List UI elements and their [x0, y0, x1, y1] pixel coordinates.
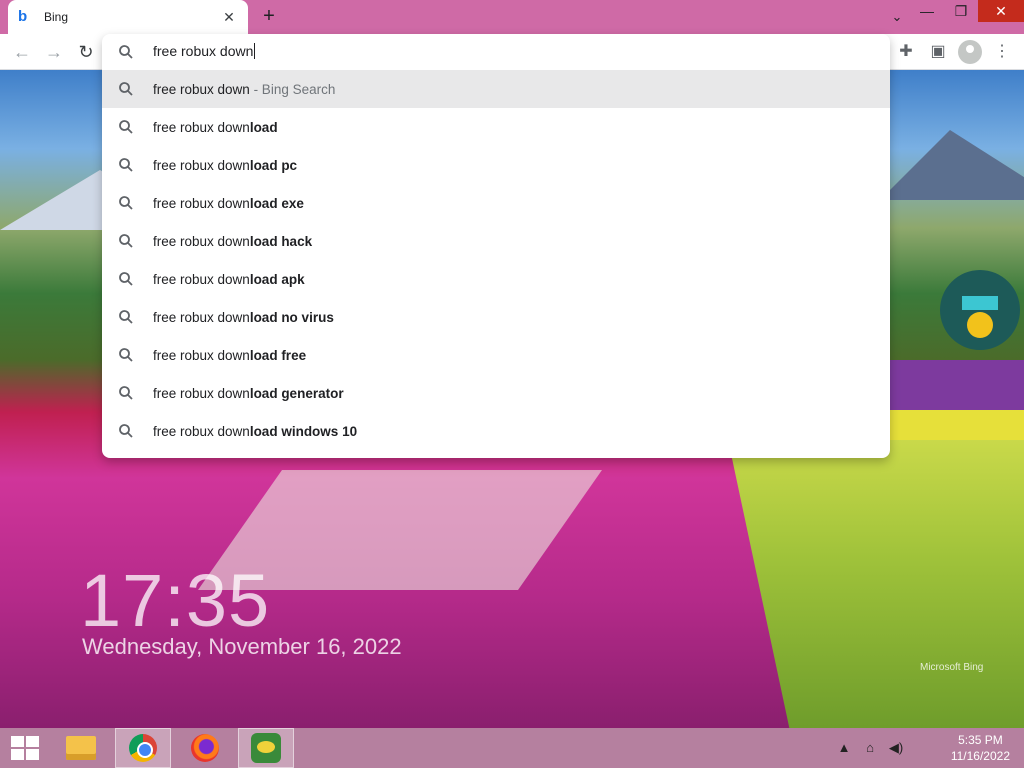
suggestion-text: free robux download generator: [153, 386, 344, 401]
bing-icon: b: [18, 8, 28, 25]
close-window-button[interactable]: ✕: [978, 0, 1024, 22]
suggestion-item[interactable]: free robux download no virus: [102, 298, 890, 336]
tab-bing[interactable]: b Bing ✕: [8, 0, 248, 34]
network-icon[interactable]: ⌂: [862, 740, 878, 756]
tray-chevron-icon[interactable]: ▲: [836, 740, 852, 756]
back-button[interactable]: ←: [10, 40, 34, 64]
search-icon: [118, 347, 134, 363]
suggestion-item[interactable]: free robux download generator: [102, 374, 890, 412]
reload-button[interactable]: ↻: [74, 40, 98, 64]
close-tab-icon[interactable]: ✕: [220, 8, 238, 26]
firefox-icon: [191, 734, 219, 762]
taskbar-file-explorer[interactable]: [56, 728, 106, 768]
tab-strip: b Bing ✕ + ⌄ — ❐ ✕: [0, 0, 1024, 34]
address-input[interactable]: free robux down: [153, 43, 256, 59]
suggestion-text: free robux download pc: [153, 158, 298, 173]
search-icon: [118, 385, 134, 401]
suggestion-text: free robux download: [153, 120, 278, 135]
suggestion-item[interactable]: free robux download exe: [102, 184, 890, 222]
chrome-icon: [129, 734, 157, 762]
volume-icon[interactable]: ◀): [888, 740, 904, 756]
suggestion-item[interactable]: free robux down - Bing Search: [102, 70, 890, 108]
suggestion-item[interactable]: free robux download free: [102, 336, 890, 374]
suggestion-text: free robux download apk: [153, 272, 305, 287]
folder-icon: [66, 736, 96, 760]
search-icon: [118, 309, 134, 325]
taskbar-time: 5:35 PM: [958, 733, 1003, 747]
taskbar-firefox[interactable]: [180, 728, 230, 768]
omnibox-dropdown: free robux down free robux down - Bing S…: [102, 34, 890, 458]
taskbar: ▲ ⌂ ◀) 5:35 PM 11/16/2022: [0, 728, 1024, 768]
suggestion-item[interactable]: free robux download pc: [102, 146, 890, 184]
profile-avatar[interactable]: [958, 40, 982, 64]
suggestion-item[interactable]: free robux download: [102, 108, 890, 146]
forward-button[interactable]: →: [42, 40, 66, 64]
microsoft-bing-logo: Microsoft Bing: [920, 662, 984, 673]
mountain-right: [880, 130, 1024, 200]
address-bar[interactable]: free robux down: [102, 34, 890, 70]
suggestion-text: free robux download hack: [153, 234, 313, 249]
rewards-medal-icon[interactable]: [940, 270, 1020, 350]
flower-field-green: [728, 440, 1024, 728]
menu-icon[interactable]: ⋮: [990, 40, 1014, 64]
taskbar-app[interactable]: [238, 728, 294, 768]
tab-title: Bing: [44, 10, 69, 24]
medal-coin: [967, 312, 993, 338]
medal-ribbon: [962, 296, 998, 310]
suggestion-item[interactable]: free robux download apk: [102, 260, 890, 298]
search-icon: [118, 157, 134, 173]
taskbar-chrome[interactable]: [115, 728, 171, 768]
suggestion-text: free robux download windows 10: [153, 424, 358, 439]
suggestion-text: free robux download no virus: [153, 310, 334, 325]
restore-button[interactable]: ❐: [944, 0, 978, 22]
search-icon: [118, 44, 134, 60]
minimize-button[interactable]: —: [910, 0, 944, 22]
side-panel-icon[interactable]: ▣: [926, 40, 950, 64]
suggestion-item[interactable]: free robux download windows 10: [102, 412, 890, 450]
taskbar-date: 11/16/2022: [950, 749, 1010, 763]
search-icon: [118, 81, 134, 97]
system-tray: ▲ ⌂ ◀): [836, 740, 904, 756]
search-icon: [118, 119, 134, 135]
date-display: Wednesday, November 16, 2022: [82, 634, 402, 659]
taskbar-clock[interactable]: 5:35 PM 11/16/2022: [951, 732, 1010, 764]
start-button[interactable]: [0, 728, 50, 768]
clock-display: 17:35: [80, 559, 271, 642]
search-icon: [118, 233, 134, 249]
extensions-icon[interactable]: ✚: [894, 40, 918, 64]
suggestion-text: free robux download exe: [153, 196, 304, 211]
search-icon: [118, 423, 134, 439]
suggestion-text: free robux down - Bing Search: [153, 82, 336, 97]
suggestion-item[interactable]: free robux download hack: [102, 222, 890, 260]
search-icon: [118, 271, 134, 287]
windows-icon: [11, 736, 39, 760]
app-icon: [251, 733, 281, 763]
search-icon: [118, 195, 134, 211]
tab-search-icon[interactable]: ⌄: [886, 6, 908, 28]
suggestion-text: free robux download free: [153, 348, 307, 363]
new-tab-button[interactable]: +: [258, 6, 280, 28]
